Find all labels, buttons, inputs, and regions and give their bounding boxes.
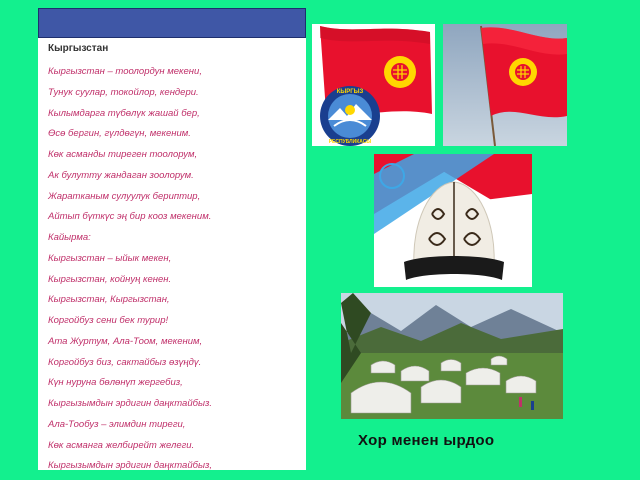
poem-line: Өсө бергин, гүлдөгүн, мекеним. [48,128,191,140]
poem-line: Көк асманга желбирейт желеги. [48,439,195,451]
poem-line: Ата Журтум, Ала-Тоом, мекеним, [48,335,203,347]
svg-text:РЕСПУБЛИКАСЫ: РЕСПУБЛИКАСЫ [329,139,372,145]
poem-line: Ак булутту жандаган зоолорум. [48,169,194,181]
flag-emblem-image: КЫРГЫЗ РЕСПУБЛИКАСЫ [312,24,435,146]
poem-panel: Кыргызстан Кыргызстан – тоолордун мекени… [38,8,306,470]
poem-line: Кыргызымдын эрдигин даңктайбыз. [48,398,213,409]
svg-text:КЫРГЫЗ: КЫРГЫЗ [337,89,364,95]
state-emblem: КЫРГЫЗ РЕСПУБЛИКАСЫ [320,86,380,146]
kalpak-illustration [374,154,532,287]
poem-line: Кыргызстан – ыйык мекен, [48,252,172,264]
poem-lines: Кыргызстан – тоолордун мекени, Тунук суул… [48,62,220,470]
poem-line: Күн нуруна бөлөнүп жергебиз, [48,377,183,389]
panel-header-bar [38,8,306,38]
poem-line: Кайырма: [48,232,91,243]
poem-line: Көк асманды тиреген тоолорум, [48,149,198,160]
poem-line: Коргойбуз биз, сактайбыз өзүңдү. [48,356,202,368]
waving-flag-image [443,24,567,146]
poem-line: Кыргызстан – тоолордун мекени, [48,66,202,77]
poem-line: Тунук суулар, токойлор, кендери. [48,86,199,98]
poem-line: Кыргызстан, койнуң кенен. [48,273,172,285]
poem-title: Кыргызстан [48,43,109,54]
poem-line: Ала-Тообуз – элимдин тиреги, [48,418,186,430]
poem-line: Жаратканым сулуулук бериптир, [48,190,201,202]
flag-emblem-illustration: КЫРГЫЗ РЕСПУБЛИКАСЫ [320,26,432,146]
yurt-camp-illustration [341,293,563,419]
choir-caption: Хор менен ырдоо [358,432,495,449]
poem-line: Кыргызымдын эрдигин даңктайбыз, [48,460,213,470]
poem-line: Кыргызстан, Кыргызстан, [48,294,170,306]
waving-flag-illustration [480,25,567,146]
poem-line: Кылымдарга түбөлүк жашай бер, [48,107,200,119]
poem-line: Коргойбуз сени бек турup! [48,315,169,326]
poem-line: Айтып бүткүс эң бир кооз мекеним. [48,211,212,223]
kalpak-hat-image [374,154,532,287]
yurt-camp-image [341,293,563,419]
